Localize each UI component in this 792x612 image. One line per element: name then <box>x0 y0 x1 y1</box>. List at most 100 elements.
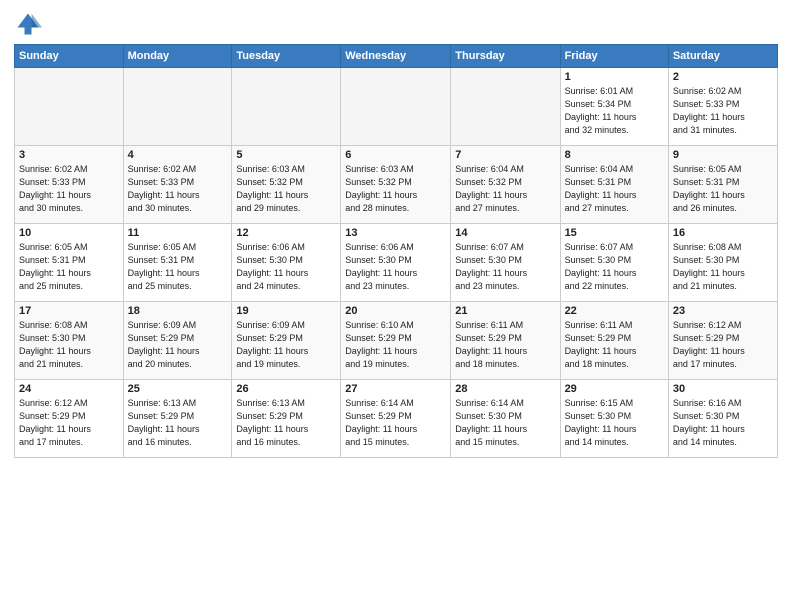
day-number: 7 <box>455 149 555 161</box>
calendar-cell: 28 Sunrise: 6:14 AM Sunset: 5:30 PM Dayli… <box>451 380 560 458</box>
day-number: 25 <box>128 383 228 395</box>
day-number: 14 <box>455 227 555 239</box>
calendar-cell <box>123 68 232 146</box>
calendar-cell: 15 Sunrise: 6:07 AM Sunset: 5:30 PM Dayli… <box>560 224 668 302</box>
calendar-cell: 3 Sunrise: 6:02 AM Sunset: 5:33 PM Daylig… <box>15 146 124 224</box>
calendar-cell: 12 Sunrise: 6:06 AM Sunset: 5:30 PM Dayli… <box>232 224 341 302</box>
day-info: Sunrise: 6:16 AM Sunset: 5:30 PM Dayligh… <box>673 397 773 449</box>
week-row-2: 10 Sunrise: 6:05 AM Sunset: 5:31 PM Dayli… <box>15 224 778 302</box>
day-info: Sunrise: 6:13 AM Sunset: 5:29 PM Dayligh… <box>236 397 336 449</box>
calendar: SundayMondayTuesdayWednesdayThursdayFrid… <box>14 44 778 458</box>
calendar-cell: 9 Sunrise: 6:05 AM Sunset: 5:31 PM Daylig… <box>668 146 777 224</box>
calendar-cell: 14 Sunrise: 6:07 AM Sunset: 5:30 PM Dayli… <box>451 224 560 302</box>
day-info: Sunrise: 6:08 AM Sunset: 5:30 PM Dayligh… <box>673 241 773 293</box>
day-info: Sunrise: 6:02 AM Sunset: 5:33 PM Dayligh… <box>673 85 773 137</box>
day-info: Sunrise: 6:11 AM Sunset: 5:29 PM Dayligh… <box>455 319 555 371</box>
calendar-cell: 19Sunrise: 6:09 AM Sunset: 5:29 PM Dayli… <box>232 302 341 380</box>
weekday-header-monday: Monday <box>123 45 232 68</box>
day-info: Sunrise: 6:15 AM Sunset: 5:30 PM Dayligh… <box>565 397 664 449</box>
weekday-header-thursday: Thursday <box>451 45 560 68</box>
calendar-cell <box>341 68 451 146</box>
day-info: Sunrise: 6:05 AM Sunset: 5:31 PM Dayligh… <box>19 241 119 293</box>
calendar-cell: 26 Sunrise: 6:13 AM Sunset: 5:29 PM Dayli… <box>232 380 341 458</box>
calendar-cell: 30 Sunrise: 6:16 AM Sunset: 5:30 PM Dayli… <box>668 380 777 458</box>
calendar-cell: 27 Sunrise: 6:14 AM Sunset: 5:29 PM Dayli… <box>341 380 451 458</box>
day-info: Sunrise: 6:09 AM Sunset: 5:29 PM Dayligh… <box>236 319 336 371</box>
day-number: 10 <box>19 227 119 239</box>
calendar-cell: 7 Sunrise: 6:04 AM Sunset: 5:32 PM Daylig… <box>451 146 560 224</box>
week-row-0: 1 Sunrise: 6:01 AM Sunset: 5:34 PM Daylig… <box>15 68 778 146</box>
day-number: 30 <box>673 383 773 395</box>
day-info: Sunrise: 6:04 AM Sunset: 5:32 PM Dayligh… <box>455 163 555 215</box>
day-info: Sunrise: 6:14 AM Sunset: 5:30 PM Dayligh… <box>455 397 555 449</box>
day-info: Sunrise: 6:06 AM Sunset: 5:30 PM Dayligh… <box>236 241 336 293</box>
calendar-cell: 2 Sunrise: 6:02 AM Sunset: 5:33 PM Daylig… <box>668 68 777 146</box>
day-info: Sunrise: 6:06 AM Sunset: 5:30 PM Dayligh… <box>345 241 446 293</box>
day-info: Sunrise: 6:12 AM Sunset: 5:29 PM Dayligh… <box>19 397 119 449</box>
calendar-cell: 16 Sunrise: 6:08 AM Sunset: 5:30 PM Dayli… <box>668 224 777 302</box>
logo <box>14 10 46 38</box>
calendar-cell: 25 Sunrise: 6:13 AM Sunset: 5:29 PM Dayli… <box>123 380 232 458</box>
day-number: 22 <box>565 305 664 317</box>
day-info: Sunrise: 6:12 AM Sunset: 5:29 PM Dayligh… <box>673 319 773 371</box>
calendar-cell: 29 Sunrise: 6:15 AM Sunset: 5:30 PM Dayli… <box>560 380 668 458</box>
day-number: 6 <box>345 149 446 161</box>
calendar-cell: 21Sunrise: 6:11 AM Sunset: 5:29 PM Dayli… <box>451 302 560 380</box>
calendar-cell: 18 Sunrise: 6:09 AM Sunset: 5:29 PM Dayli… <box>123 302 232 380</box>
calendar-cell <box>451 68 560 146</box>
calendar-cell: 10 Sunrise: 6:05 AM Sunset: 5:31 PM Dayli… <box>15 224 124 302</box>
weekday-header-wednesday: Wednesday <box>341 45 451 68</box>
day-number: 13 <box>345 227 446 239</box>
day-number: 15 <box>565 227 664 239</box>
day-number: 8 <box>565 149 664 161</box>
day-info: Sunrise: 6:03 AM Sunset: 5:32 PM Dayligh… <box>236 163 336 215</box>
calendar-cell: 22 Sunrise: 6:11 AM Sunset: 5:29 PM Dayli… <box>560 302 668 380</box>
day-info: Sunrise: 6:13 AM Sunset: 5:29 PM Dayligh… <box>128 397 228 449</box>
calendar-cell: 23 Sunrise: 6:12 AM Sunset: 5:29 PM Dayli… <box>668 302 777 380</box>
day-number: 29 <box>565 383 664 395</box>
calendar-cell: 24 Sunrise: 6:12 AM Sunset: 5:29 PM Dayli… <box>15 380 124 458</box>
calendar-cell: 13 Sunrise: 6:06 AM Sunset: 5:30 PM Dayli… <box>341 224 451 302</box>
calendar-cell: 17 Sunrise: 6:08 AM Sunset: 5:30 PM Dayli… <box>15 302 124 380</box>
week-row-4: 24 Sunrise: 6:12 AM Sunset: 5:29 PM Dayli… <box>15 380 778 458</box>
day-info: Sunrise: 6:07 AM Sunset: 5:30 PM Dayligh… <box>565 241 664 293</box>
day-number: 16 <box>673 227 773 239</box>
day-info: Sunrise: 6:05 AM Sunset: 5:31 PM Dayligh… <box>673 163 773 215</box>
weekday-header-friday: Friday <box>560 45 668 68</box>
weekday-header-row: SundayMondayTuesdayWednesdayThursdayFrid… <box>15 45 778 68</box>
day-info: Sunrise: 6:05 AM Sunset: 5:31 PM Dayligh… <box>128 241 228 293</box>
day-number: 3 <box>19 149 119 161</box>
calendar-cell: 20 Sunrise: 6:10 AM Sunset: 5:29 PM Dayli… <box>341 302 451 380</box>
weekday-header-saturday: Saturday <box>668 45 777 68</box>
day-number: 28 <box>455 383 555 395</box>
weekday-header-sunday: Sunday <box>15 45 124 68</box>
weekday-header-tuesday: Tuesday <box>232 45 341 68</box>
day-number: 26 <box>236 383 336 395</box>
day-number: 23 <box>673 305 773 317</box>
calendar-cell: 8Sunrise: 6:04 AM Sunset: 5:31 PM Daylig… <box>560 146 668 224</box>
day-number: 17 <box>19 305 119 317</box>
day-number: 4 <box>128 149 228 161</box>
day-number: 18 <box>128 305 228 317</box>
day-number: 24 <box>19 383 119 395</box>
day-info: Sunrise: 6:11 AM Sunset: 5:29 PM Dayligh… <box>565 319 664 371</box>
day-number: 1 <box>565 71 664 83</box>
day-number: 12 <box>236 227 336 239</box>
day-info: Sunrise: 6:02 AM Sunset: 5:33 PM Dayligh… <box>128 163 228 215</box>
logo-icon <box>14 10 42 38</box>
day-info: Sunrise: 6:10 AM Sunset: 5:29 PM Dayligh… <box>345 319 446 371</box>
day-number: 27 <box>345 383 446 395</box>
day-number: 5 <box>236 149 336 161</box>
day-info: Sunrise: 6:08 AM Sunset: 5:30 PM Dayligh… <box>19 319 119 371</box>
calendar-cell <box>15 68 124 146</box>
day-info: Sunrise: 6:14 AM Sunset: 5:29 PM Dayligh… <box>345 397 446 449</box>
calendar-cell <box>232 68 341 146</box>
day-info: Sunrise: 6:02 AM Sunset: 5:33 PM Dayligh… <box>19 163 119 215</box>
day-number: 20 <box>345 305 446 317</box>
day-info: Sunrise: 6:01 AM Sunset: 5:34 PM Dayligh… <box>565 85 664 137</box>
day-number: 9 <box>673 149 773 161</box>
day-info: Sunrise: 6:09 AM Sunset: 5:29 PM Dayligh… <box>128 319 228 371</box>
day-info: Sunrise: 6:07 AM Sunset: 5:30 PM Dayligh… <box>455 241 555 293</box>
day-number: 2 <box>673 71 773 83</box>
calendar-cell: 4 Sunrise: 6:02 AM Sunset: 5:33 PM Daylig… <box>123 146 232 224</box>
